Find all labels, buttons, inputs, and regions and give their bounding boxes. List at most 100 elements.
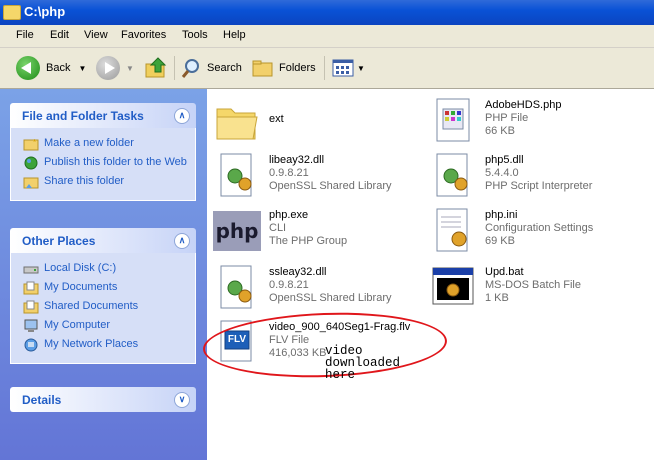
my-documents-icon <box>23 281 39 295</box>
batch-file-icon <box>429 264 477 312</box>
views-button[interactable]: ▼ <box>332 54 365 82</box>
globe-icon <box>24 156 38 170</box>
file-description: PHP Script Interpreter <box>485 180 593 192</box>
folders-button[interactable]: Folders <box>252 54 316 82</box>
toolbar: Back ▼ ▼ Search Folders ▼ <box>0 48 654 89</box>
forward-button[interactable]: ▼ <box>96 54 134 82</box>
menu-tools[interactable]: Tools <box>182 29 208 41</box>
place-local-disk[interactable]: Local Disk (C:) <box>23 262 187 276</box>
menu-bar: File Edit View Favorites Tools Help <box>0 25 654 48</box>
file-type: PHP File <box>485 112 529 124</box>
panel-header[interactable]: File and Folder Tasks ∧ <box>10 103 196 128</box>
title-bar: C:\php <box>0 0 654 25</box>
svg-text:*: * <box>33 138 36 147</box>
place-my-computer[interactable]: My Computer <box>23 319 187 333</box>
up-folder-icon <box>145 57 167 78</box>
php-logo-icon: php <box>213 207 261 255</box>
task-label: Publish this folder to the Web <box>44 156 187 168</box>
file-version: 0.9.8.21 <box>269 167 309 179</box>
place-shared-documents[interactable]: Shared Documents <box>23 300 187 314</box>
file-item-php-exe[interactable]: php php.exe CLI The PHP Group <box>213 207 347 255</box>
views-icon <box>332 59 354 77</box>
dll-file-icon <box>213 152 261 200</box>
menu-edit[interactable]: Edit <box>50 29 69 41</box>
folder-icon <box>3 5 21 20</box>
place-label: Local Disk (C:) <box>44 262 117 274</box>
other-places-panel: Other Places ∧ Local Disk (C:) My Docume… <box>10 228 196 364</box>
panel-title: Details <box>22 393 62 407</box>
place-label: My Network Places <box>44 338 139 350</box>
task-publish-folder[interactable]: Publish this folder to the Web <box>23 156 187 170</box>
window-title: C:\php <box>24 4 66 19</box>
expand-chevron-icon[interactable]: ∨ <box>174 392 190 408</box>
file-name: php5.dll <box>485 154 524 166</box>
file-name: AdobeHDS.php <box>485 99 562 111</box>
file-view: ext AdobeHDS.php PHP File 66 KB libeay32… <box>207 89 654 460</box>
place-my-documents[interactable]: My Documents <box>23 281 187 295</box>
file-name: ssleay32.dll <box>269 266 327 278</box>
settings-file-icon <box>429 207 477 255</box>
file-size: 69 KB <box>485 235 515 247</box>
search-label: Search <box>207 62 242 74</box>
file-name: Upd.bat <box>485 266 524 278</box>
up-folder-button[interactable] <box>144 54 168 82</box>
file-name: php.exe <box>269 209 309 221</box>
task-make-new-folder[interactable]: * Make a new folder <box>23 137 187 151</box>
menu-favorites[interactable]: Favorites <box>121 29 166 41</box>
file-item-php5-dll[interactable]: php5.dll 5.4.4.0 PHP Script Interpreter <box>429 152 592 200</box>
dll-file-icon <box>213 264 261 312</box>
file-type: Configuration Settings <box>485 222 594 234</box>
back-dropdown-icon[interactable]: ▼ <box>78 64 86 73</box>
share-folder-icon <box>23 177 39 189</box>
file-item-upd-bat[interactable]: Upd.bat MS-DOS Batch File 1 KB <box>429 264 581 312</box>
place-label: My Computer <box>44 319 111 331</box>
collapse-chevron-icon[interactable]: ∧ <box>174 233 190 249</box>
annotation-text: video downloaded here <box>325 345 400 382</box>
file-folder-tasks-panel: File and Folder Tasks ∧ * Make a new fol… <box>10 103 196 201</box>
network-places-icon <box>24 338 38 352</box>
file-description: OpenSSL Shared Library <box>269 292 392 304</box>
drive-icon <box>23 266 39 274</box>
place-my-network-places[interactable]: My Network Places <box>23 338 187 352</box>
annotation-line: here <box>325 368 356 382</box>
php-file-icon <box>429 97 477 145</box>
search-icon <box>181 59 199 78</box>
file-name: ext <box>269 113 284 125</box>
task-pane: File and Folder Tasks ∧ * Make a new fol… <box>0 89 207 460</box>
folder-icon <box>213 97 261 145</box>
collapse-chevron-icon[interactable]: ∧ <box>174 108 190 124</box>
file-item-adobehds-php[interactable]: AdobeHDS.php PHP File 66 KB <box>429 97 561 145</box>
forward-dropdown-icon[interactable]: ▼ <box>126 64 134 73</box>
back-arrow-icon <box>16 56 40 80</box>
menu-view[interactable]: View <box>84 29 108 41</box>
file-item-ssleay32-dll[interactable]: ssleay32.dll 0.9.8.21 OpenSSL Shared Lib… <box>213 264 392 312</box>
panel-header[interactable]: Details ∨ <box>10 387 196 412</box>
panel-header[interactable]: Other Places ∧ <box>10 228 196 253</box>
file-type: MS-DOS Batch File <box>485 279 581 291</box>
panel-title: File and Folder Tasks <box>22 109 144 123</box>
file-item-libeay32-dll[interactable]: libeay32.dll 0.9.8.21 OpenSSL Shared Lib… <box>213 152 392 200</box>
php-logo-text: php <box>215 219 259 243</box>
panel-title: Other Places <box>22 234 96 248</box>
my-computer-icon <box>24 319 38 332</box>
place-label: Shared Documents <box>44 300 139 312</box>
menu-file[interactable]: File <box>16 29 34 41</box>
back-button[interactable]: Back ▼ <box>16 54 86 82</box>
forward-arrow-icon <box>96 56 120 80</box>
task-label: Share this folder <box>44 175 125 187</box>
file-version: 0.9.8.21 <box>269 279 309 291</box>
file-item-ext[interactable]: ext <box>213 97 284 145</box>
menu-help[interactable]: Help <box>223 29 246 41</box>
file-company: The PHP Group <box>269 235 348 247</box>
file-version: 5.4.4.0 <box>485 167 519 179</box>
task-share-folder[interactable]: Share this folder <box>23 175 187 189</box>
shared-documents-icon <box>23 300 39 314</box>
search-button[interactable]: Search <box>180 54 242 82</box>
back-label: Back <box>46 62 71 74</box>
place-label: My Documents <box>44 281 118 293</box>
file-name: php.ini <box>485 209 518 221</box>
file-size: 66 KB <box>485 125 515 137</box>
new-folder-icon: * <box>23 138 39 151</box>
file-item-php-ini[interactable]: php.ini Configuration Settings 69 KB <box>429 207 593 255</box>
task-label: Make a new folder <box>44 137 134 149</box>
